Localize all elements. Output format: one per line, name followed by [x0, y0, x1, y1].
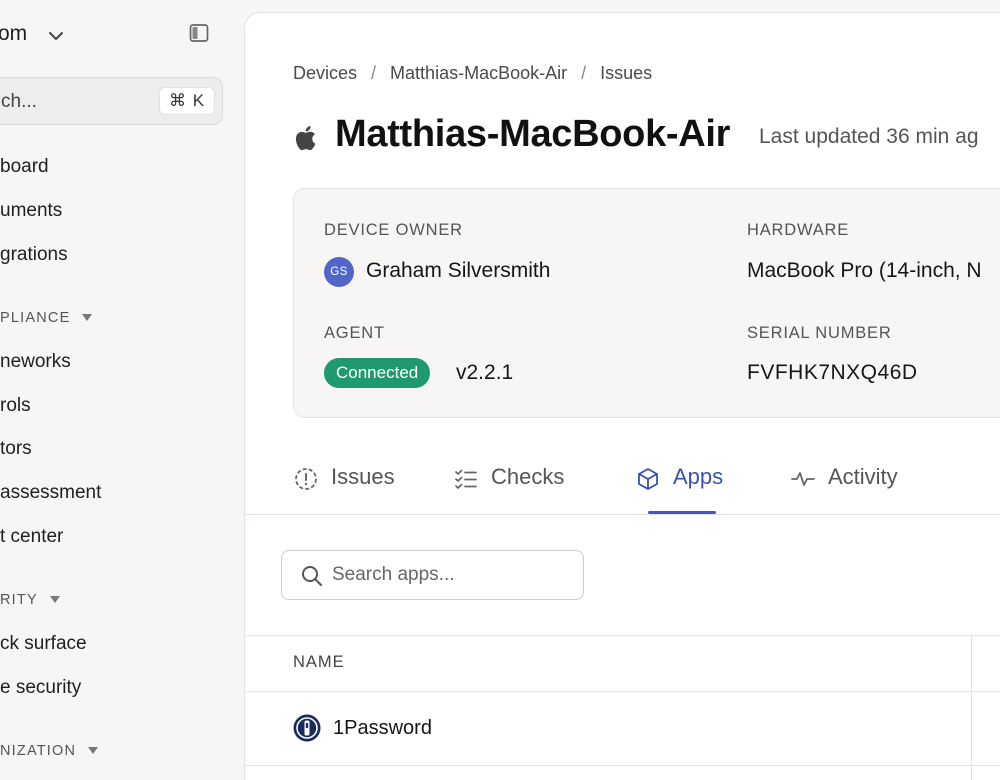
sidebar-item-documents[interactable]: uments [0, 196, 62, 226]
chevron-down-icon [49, 32, 63, 40]
checklist-icon [455, 469, 477, 489]
breadcrumb-separator: / [371, 63, 377, 83]
org-name: om [0, 22, 28, 45]
sidebar-search-placeholder: ch... [1, 91, 37, 112]
agent-label: AGENT [324, 324, 385, 342]
box-icon [638, 468, 658, 490]
alert-circle-icon [295, 468, 317, 490]
caret-down-icon [49, 595, 60, 603]
sidebar-section-organization[interactable]: NIZATION [0, 741, 99, 761]
app-name: 1Password [333, 717, 432, 739]
sidebar-item-risk-assessment[interactable]: assessment [0, 478, 101, 508]
search-shortcut-badge: ⌘ K [159, 87, 215, 115]
sidebar-search[interactable]: ch... ⌘ K [0, 77, 223, 125]
last-updated-text: Last updated 36 min ag [759, 125, 979, 148]
hardware-label: HARDWARE [747, 221, 850, 239]
table-row[interactable]: 1Password [245, 692, 971, 765]
sidebar-item-trust-center[interactable]: t center [0, 522, 63, 552]
breadcrumb-separator: / [581, 63, 587, 83]
section-title: NIZATION [0, 743, 77, 759]
breadcrumb-devices[interactable]: Devices [293, 63, 357, 83]
serial-number-value: FVFHK7NXQ46D [747, 361, 918, 384]
device-tabs: Issues Checks Apps Activity [245, 453, 1000, 515]
main-panel: Devices / Matthias-MacBook-Air / Issues Matt… [244, 12, 1000, 780]
sidebar-toggle-icon[interactable] [188, 22, 210, 44]
apps-search-input[interactable] [332, 561, 572, 589]
avatar: GS [324, 257, 354, 287]
breadcrumb: Devices / Matthias-MacBook-Air / Issues [293, 63, 652, 84]
breadcrumb-device[interactable]: Matthias-MacBook-Air [390, 63, 567, 83]
device-owner-name[interactable]: Graham Silversmith [366, 259, 550, 283]
sidebar: om ch... ⌘ K board uments grations PLIAN… [0, 0, 244, 780]
breadcrumb-issues[interactable]: Issues [600, 63, 652, 83]
caret-down-icon [82, 313, 93, 321]
sidebar-item-integrations[interactable]: grations [0, 240, 68, 270]
hardware-value: MacBook Pro (14-inch, N [747, 259, 982, 282]
sidebar-item-monitors[interactable]: tors [0, 434, 32, 464]
apps-search[interactable] [281, 550, 584, 600]
device-owner-label: DEVICE OWNER [324, 221, 463, 239]
status-badge: Connected [324, 358, 431, 388]
column-header-name[interactable]: NAME [293, 653, 345, 672]
section-title: RITY [0, 592, 38, 608]
caret-down-icon [88, 746, 99, 754]
activity-icon [791, 472, 815, 486]
tab-label: Issues [331, 464, 395, 489]
sidebar-item-device-security[interactable]: e security [0, 673, 81, 703]
sidebar-item-dashboard[interactable]: board [0, 152, 49, 182]
tab-label: Checks [491, 464, 565, 489]
search-icon [302, 566, 322, 586]
tab-label: Activity [828, 464, 898, 489]
sidebar-section-compliance[interactable]: PLIANCE [0, 308, 93, 328]
sidebar-item-frameworks[interactable]: neworks [0, 347, 71, 377]
apple-icon [295, 126, 316, 151]
page-title: Matthias-MacBook-Air [335, 113, 731, 155]
table-top-border [245, 635, 1000, 636]
sidebar-section-security[interactable]: RITY [0, 590, 60, 610]
table-column-divider [971, 635, 972, 780]
sidebar-item-controls[interactable]: rols [0, 391, 31, 421]
table-row-divider [245, 765, 1000, 766]
tab-label: Apps [673, 464, 724, 489]
active-tab-indicator [648, 511, 716, 514]
device-info-card: DEVICE OWNER GS Graham Silversmith HARDW… [293, 188, 1000, 418]
serial-number-label: SERIAL NUMBER [747, 324, 892, 342]
agent-version: v2.2.1 [456, 361, 514, 384]
section-title: PLIANCE [0, 310, 71, 326]
sidebar-item-attack-surface[interactable]: ck surface [0, 629, 87, 659]
1password-icon [293, 714, 321, 742]
